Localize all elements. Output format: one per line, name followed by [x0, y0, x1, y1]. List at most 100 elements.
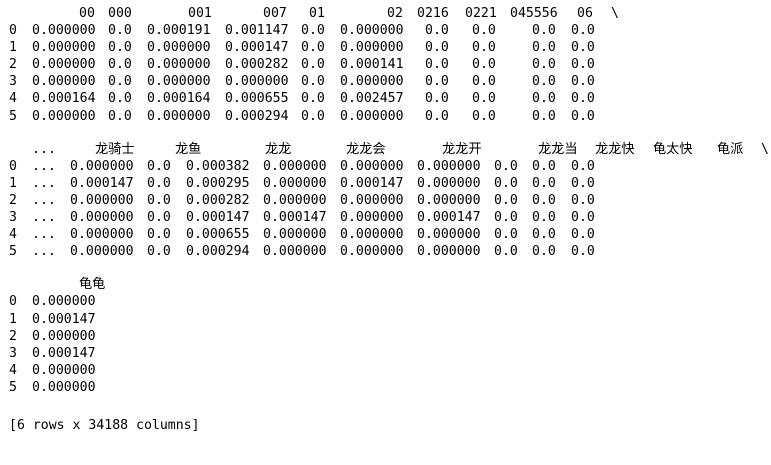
ellipsis-header: ...: [32, 141, 56, 157]
row-index: 0: [9, 158, 17, 174]
table-cell: 0.000000: [263, 227, 327, 243]
table-row: 2 ... 0.000000 0.0 0.000282 0.000000 0.0…: [9, 192, 771, 209]
table-row: 4 0.000164 0.0 0.000164 0.000655 0.0 0.0…: [9, 90, 771, 107]
table-cell: 0.000000: [32, 108, 96, 124]
table-row: 1 ... 0.000147 0.0 0.000295 0.000000 0.0…: [9, 175, 771, 192]
table-cell: 0.000382: [186, 158, 250, 174]
table-cell: 0.000147: [32, 311, 96, 327]
table-row: 2 0.000000: [9, 328, 771, 345]
column-header: 0221: [465, 6, 497, 21]
table-row: 4 0.000000: [9, 362, 771, 379]
column-header: 000: [108, 6, 132, 21]
dataframe-block-3: 龟龟 0 0.000000 1 0.000147 2 0.000000 3 0.…: [9, 276, 771, 396]
table-cell: 0.000000: [417, 158, 481, 174]
table-cell: 0.0: [532, 91, 556, 107]
table-row: 3 0.000147: [9, 345, 771, 362]
table-cell: 0.0: [425, 40, 449, 56]
table-cell: 0.000000: [32, 40, 96, 56]
table-cell: 0.000000: [32, 379, 96, 395]
column-header: 007: [263, 6, 287, 21]
table-cell: 0.000000: [147, 74, 211, 90]
table-cell: 0.000000: [70, 192, 134, 208]
table-cell: 0.000164: [32, 91, 96, 107]
table-cell: 0.0: [532, 23, 556, 39]
table-cell: 0.000000: [70, 158, 134, 174]
table-row: 3 0.000000 0.0 0.000000 0.000000 0.0 0.0…: [9, 73, 771, 90]
row-index: 1: [9, 311, 17, 327]
table-cell: 0.000141: [340, 57, 404, 73]
table-cell: 0.000000: [340, 23, 404, 39]
table-cell: 0.0: [571, 244, 595, 260]
table-cell: ...: [32, 158, 56, 174]
table-cell: 0.0: [571, 108, 595, 124]
table-cell: 0.0: [108, 108, 132, 124]
table-row: 2 0.000000 0.0 0.000000 0.000282 0.0 0.0…: [9, 56, 771, 73]
row-index: 2: [9, 192, 17, 208]
column-header: 龟派: [717, 141, 744, 157]
table-cell: 0.0: [494, 192, 518, 208]
table-cell: 0.000191: [147, 23, 211, 39]
table-row: 0 ... 0.000000 0.0 0.000382 0.000000 0.0…: [9, 158, 771, 175]
table-cell: 0.0: [494, 158, 518, 174]
table-cell: 0.000294: [186, 244, 250, 260]
table-cell: 0.000294: [225, 108, 289, 124]
row-index: 0: [9, 294, 17, 310]
row-index: 5: [9, 379, 17, 395]
table-cell: 0.000000: [32, 74, 96, 90]
table-cell: 0.0: [532, 158, 556, 174]
row-index: 3: [9, 345, 17, 361]
table-cell: 0.0: [301, 57, 325, 73]
column-header: 06: [577, 6, 593, 21]
table-cell: 0.000000: [32, 57, 96, 73]
table-cell: 0.0: [425, 74, 449, 90]
table-cell: 0.0: [571, 158, 595, 174]
table-cell: 0.000164: [147, 91, 211, 107]
table-row: 1 0.000147: [9, 311, 771, 328]
table-cell: 0.000000: [417, 227, 481, 243]
table-cell: 0.000000: [263, 175, 327, 191]
table-cell: 0.000147: [186, 210, 250, 226]
table-cell: 0.000000: [147, 57, 211, 73]
table-cell: 0.0: [472, 23, 496, 39]
table-row: 4 ... 0.000000 0.0 0.000655 0.000000 0.0…: [9, 226, 771, 243]
column-header: 龙龙当: [538, 141, 578, 157]
table-cell: 0.001147: [225, 23, 289, 39]
table-cell: 0.000147: [417, 210, 481, 226]
table-cell: 0.0: [571, 175, 595, 191]
table-cell: 0.0: [108, 57, 132, 73]
table-cell: 0.000000: [263, 244, 327, 260]
table-cell: 0.0: [425, 91, 449, 107]
table-cell: 0.0: [301, 23, 325, 39]
row-index: 3: [9, 74, 17, 90]
table-cell: 0.000282: [225, 57, 289, 73]
table-cell: 0.0: [472, 108, 496, 124]
table-cell: 0.0: [147, 227, 171, 243]
dataframe-shape-summary: [6 rows x 34188 columns]: [9, 417, 200, 433]
table-cell: 0.000282: [186, 192, 250, 208]
table-cell: 0.000000: [70, 244, 134, 260]
table-cell: 0.002457: [340, 91, 404, 107]
table-cell: 0.000000: [417, 175, 481, 191]
row-index: 4: [9, 362, 17, 378]
table-cell: 0.000000: [340, 40, 404, 56]
column-header: 龙鱼: [175, 141, 202, 157]
table-cell: 0.0: [571, 192, 595, 208]
table-cell: 0.0: [494, 227, 518, 243]
column-header: 01: [309, 6, 325, 21]
table-cell: 0.000000: [32, 23, 96, 39]
table-cell: 0.000000: [340, 158, 404, 174]
table-cell: 0.000147: [225, 40, 289, 56]
table-cell: 0.0: [301, 40, 325, 56]
table-cell: 0.000000: [32, 328, 96, 344]
table-cell: 0.0: [108, 23, 132, 39]
dataframe-block-2: ... 龙骑士 龙鱼 龙龙 龙龙会 龙龙开 龙龙当 龙龙快 龟太快 龟派 \ 0…: [9, 141, 771, 261]
table-cell: 0.0: [425, 108, 449, 124]
header-row: 龟龟: [9, 276, 771, 293]
table-cell: 0.000000: [340, 192, 404, 208]
table-cell: 0.0: [532, 40, 556, 56]
row-index: 2: [9, 328, 17, 344]
table-cell: 0.000655: [225, 91, 289, 107]
row-index: 5: [9, 108, 17, 124]
wrap-marker: \: [611, 6, 619, 21]
column-header: 龙龙会: [346, 141, 386, 157]
